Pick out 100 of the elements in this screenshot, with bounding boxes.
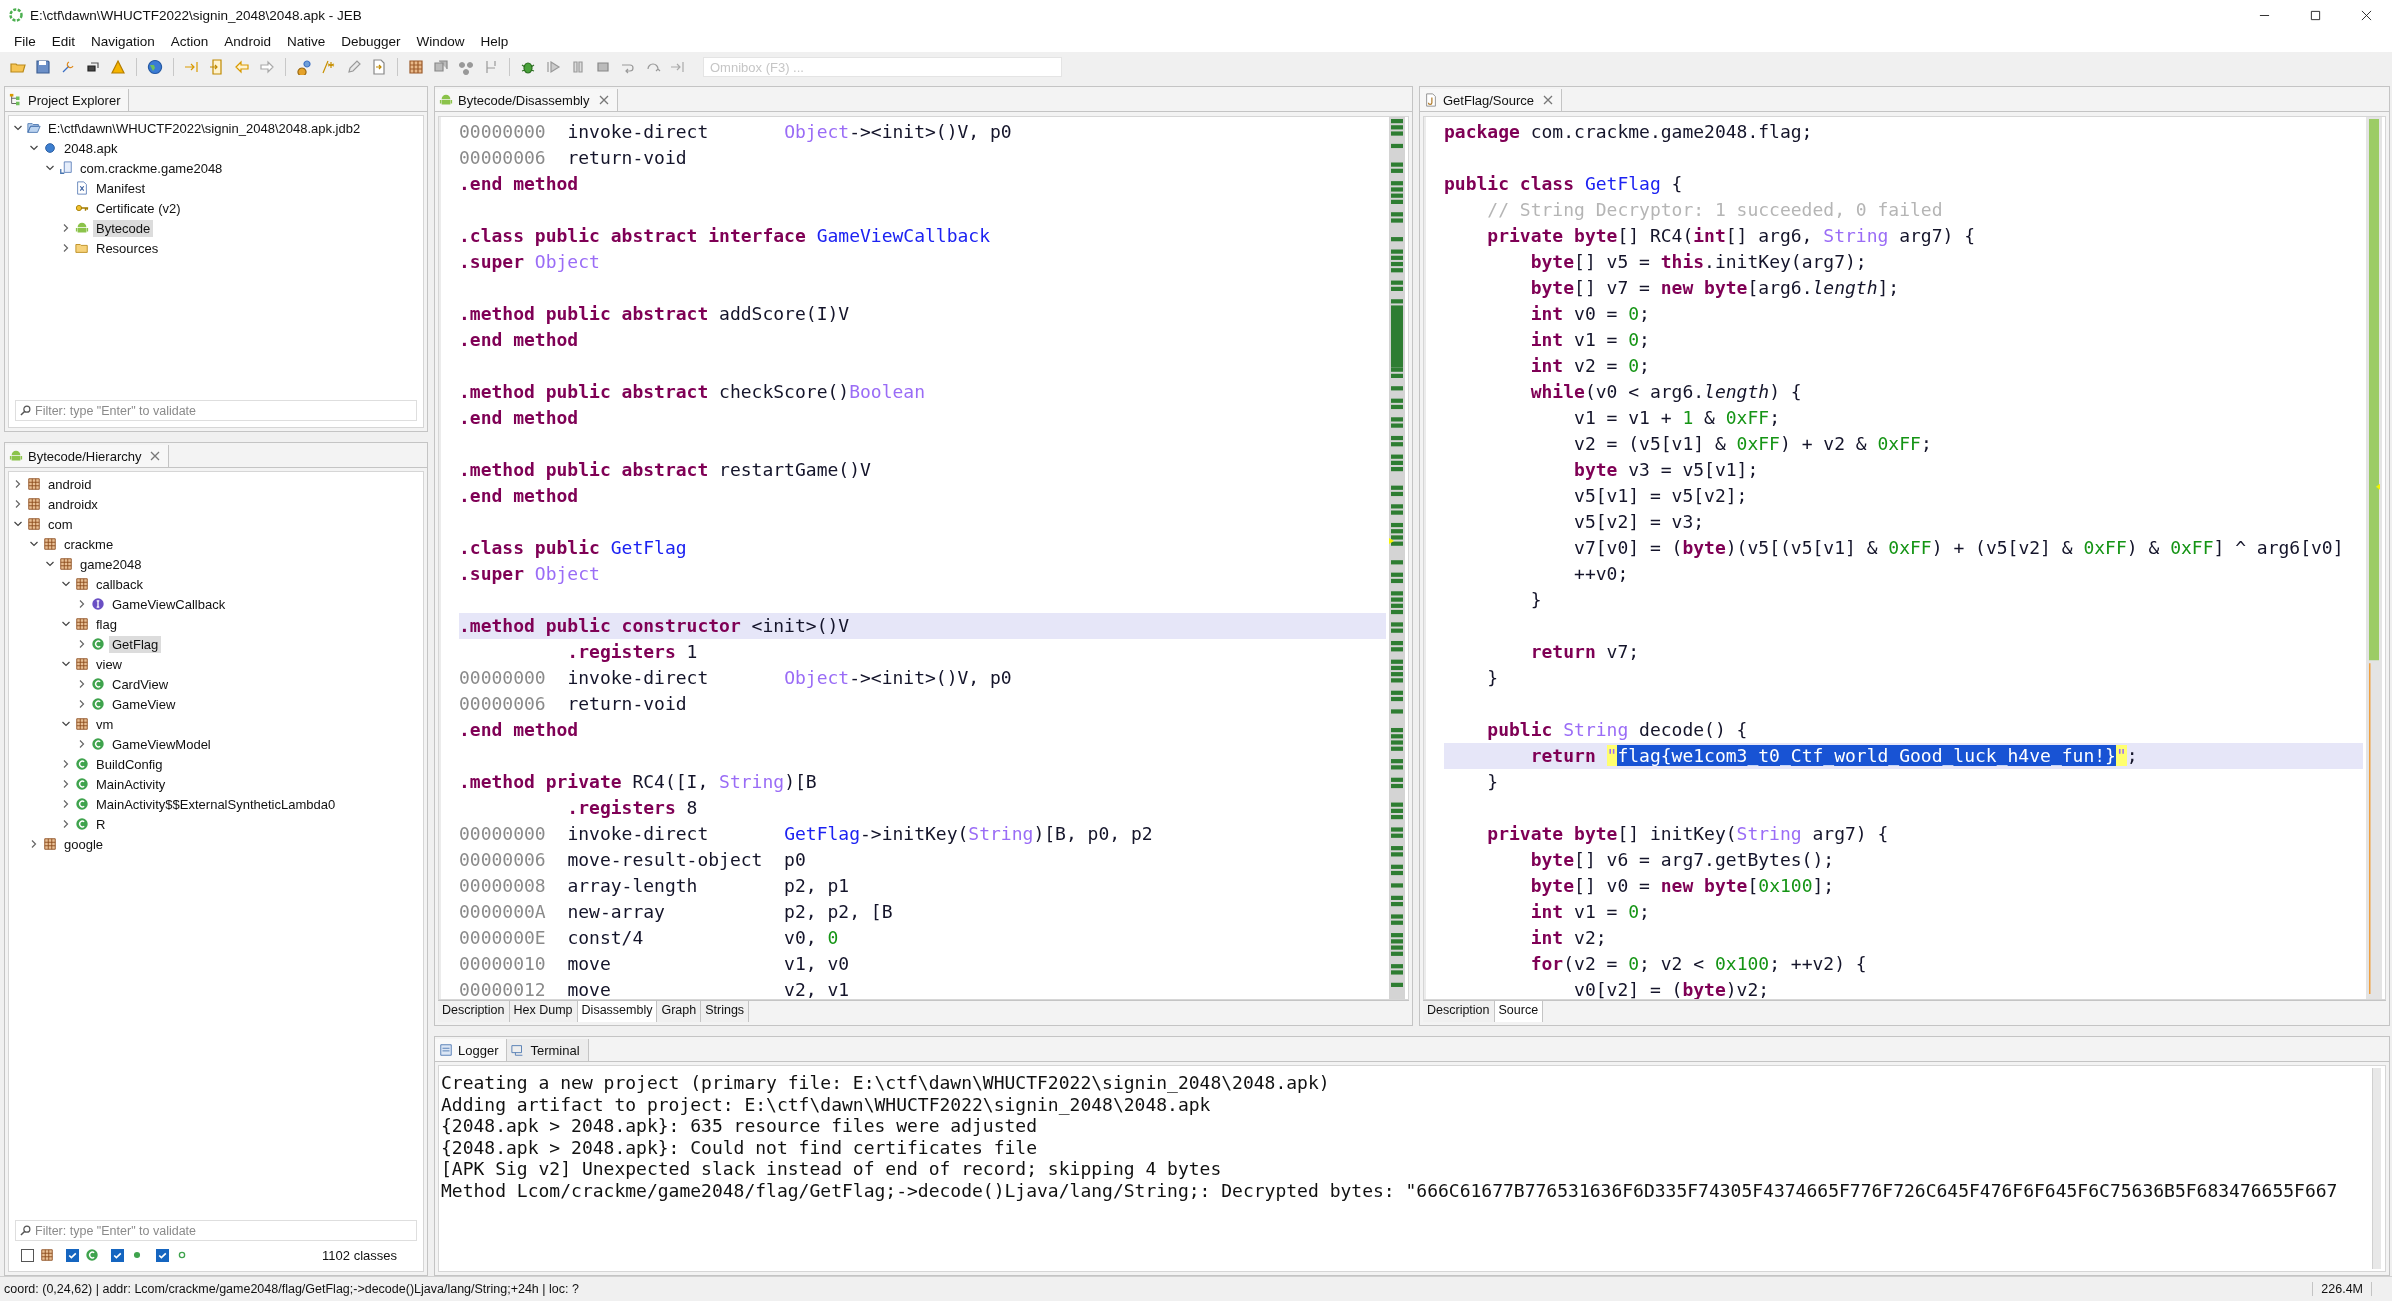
menu-item[interactable]: Debugger [333, 31, 409, 51]
code-line: v5[v2] = v3; [1573, 510, 1706, 534]
log-line: Creating a new project (primary file: E:\ctf\dawn\WHUCTF2022\signin_2048\2048.apk) [441, 1072, 1330, 1094]
close-icon[interactable] [150, 451, 161, 461]
tab[interactable]: Terminal [507, 1039, 589, 1061]
tree-item[interactable]: crackme [61, 535, 117, 553]
filter-field[interactable]: Filter: type "Enter" to validate [15, 400, 417, 421]
globe-icon[interactable] [145, 57, 165, 77]
tree-item[interactable]: view [93, 655, 125, 673]
tab[interactable]: Source [1494, 1001, 1544, 1022]
tab[interactable]: Disassembly [577, 1001, 658, 1022]
overview-ruler[interactable] [1389, 117, 1405, 999]
chevron-right-icon[interactable] [29, 839, 39, 849]
circle-icon [43, 141, 57, 155]
log-line: {2048.apk > 2048.apk}: 635 resource files were adjusted [441, 1115, 1038, 1137]
chevron-right-icon[interactable] [61, 223, 71, 233]
tree-item[interactable]: callback [93, 575, 146, 593]
chevron-right-icon[interactable] [13, 499, 23, 509]
chevron-right-icon[interactable] [77, 679, 87, 689]
chevron-down-icon[interactable] [61, 579, 71, 589]
menu-item[interactable]: Native [278, 31, 334, 51]
chevron-right-icon[interactable] [61, 243, 71, 253]
tree-item[interactable]: Certificate (v2) [93, 199, 184, 217]
chevron-down-icon[interactable] [45, 163, 55, 173]
search-icon [20, 1225, 31, 1236]
tree-item[interactable]: com [45, 515, 76, 533]
grid-icon[interactable] [406, 57, 426, 77]
log-line: [APK Sig v2] Unexpected slack instead of end of record; skipping 4 bytes [441, 1158, 1222, 1180]
code-line: // String Decryptor: 1 succeeded, 0 failed [1486, 198, 1944, 222]
tree-item[interactable]: 2048.apk [61, 139, 121, 157]
tree-item[interactable]: Resources [93, 239, 162, 257]
chevron-right-icon[interactable] [77, 699, 87, 709]
tree-item[interactable]: R [93, 815, 109, 833]
tree-item[interactable]: game2048 [77, 555, 145, 573]
tree-item[interactable]: android [45, 475, 95, 493]
menu-item[interactable]: Help [472, 31, 517, 51]
chevron-right-icon[interactable] [13, 479, 23, 489]
tree-item[interactable]: Manifest [93, 179, 149, 197]
checkbox[interactable] [66, 1248, 79, 1262]
checkbox[interactable] [111, 1248, 124, 1262]
checkbox[interactable] [21, 1248, 34, 1262]
log-line: Method Lcom/crackme/game2048/flag/GetFlag;->decode()Ljava/lang/String;: Decrypted bytes: "666C61677B776531636F6D335F74305F4374665F776F726C645F476F6F645F6C75636B5F683476655F667 [441, 1179, 2338, 1202]
tab[interactable]: Bytecode/Hierarchy [5, 445, 170, 467]
code-line: int v2; [1529, 926, 1608, 950]
tab[interactable]: Bytecode/Disassembly [435, 89, 618, 111]
chevron-right-icon[interactable] [61, 759, 71, 769]
chevron-down-icon[interactable] [29, 539, 39, 549]
save-icon[interactable] [33, 57, 53, 77]
code-line: .method public abstract restartGame()V [459, 458, 872, 482]
tree-item[interactable]: MainActivity$$ExternalSyntheticLambda0 [93, 795, 339, 813]
menu-item[interactable]: Edit [43, 31, 84, 51]
menu-item[interactable]: File [6, 31, 44, 51]
chevron-right-icon[interactable] [61, 799, 71, 809]
menu-item[interactable]: Navigation [83, 31, 163, 51]
checkbox[interactable] [156, 1248, 169, 1262]
tab[interactable]: Project Explorer [5, 89, 130, 111]
chevron-down-icon[interactable] [29, 143, 39, 153]
code-line: 0000000A new-array p2, p2, [B [459, 900, 894, 924]
tree-item[interactable]: androidx [45, 495, 101, 513]
java-file-icon [1424, 93, 1438, 107]
chevron-right-icon[interactable] [61, 819, 71, 829]
close-icon[interactable] [1543, 95, 1554, 105]
close-icon[interactable] [598, 95, 609, 105]
scrollbar[interactable] [2372, 1068, 2381, 1269]
code-line: .method public abstract checkScore()Boolean [459, 380, 926, 404]
tree-item[interactable]: Bytecode [93, 219, 154, 237]
tree-item[interactable]: GameView [109, 695, 179, 713]
chevron-down-icon[interactable] [61, 659, 71, 669]
tree-item[interactable]: com.crackme.game2048 [77, 159, 226, 177]
menu-item[interactable]: Android [216, 31, 279, 51]
tree-item[interactable]: vm [93, 715, 117, 733]
tree-item[interactable]: flag [93, 615, 120, 633]
tab[interactable]: Logger [435, 1039, 508, 1061]
tree-item[interactable]: E:\ctf\dawn\WHUCTF2022\signin_2048\2048.apk.jdb2 [45, 119, 364, 137]
code-line: 00000000 invoke-direct Object-><init>()V, p0 [459, 666, 1013, 690]
code-line: 00000010 move v1, v0 [459, 952, 851, 976]
tree-item[interactable]: GameViewCallback [109, 595, 229, 613]
chevron-down-icon[interactable] [61, 719, 71, 729]
class-icon [75, 777, 89, 791]
tree-item[interactable]: MainActivity [93, 775, 169, 793]
chevron-right-icon[interactable] [77, 599, 87, 609]
tree-item[interactable]: GetFlag [109, 635, 162, 653]
chevron-down-icon[interactable] [13, 519, 23, 529]
chevron-down-icon[interactable] [45, 559, 55, 569]
omnibox-field[interactable]: Omnibox (F3) ... [703, 57, 1062, 77]
tree-item[interactable]: BuildConfig [93, 755, 166, 773]
chevron-right-icon[interactable] [61, 779, 71, 789]
tree-item[interactable]: GameViewModel [109, 735, 214, 753]
code-line: for(v2 = 0; v2 < 0x100; ++v2) { [1529, 952, 1868, 976]
filter-field[interactable]: Filter: type "Enter" to validate [15, 1220, 417, 1241]
chevron-down-icon[interactable] [13, 123, 23, 133]
chevron-down-icon[interactable] [61, 619, 71, 629]
menu-item[interactable]: Action [162, 31, 217, 51]
menu-item[interactable]: Window [408, 31, 473, 51]
chevron-right-icon[interactable] [77, 739, 87, 749]
tree-item[interactable]: google [61, 835, 107, 853]
chevron-right-icon[interactable] [77, 639, 87, 649]
package-icon [75, 717, 89, 731]
tab[interactable]: GetFlag/Source [1420, 89, 1563, 111]
tree-item[interactable]: CardView [109, 675, 172, 693]
